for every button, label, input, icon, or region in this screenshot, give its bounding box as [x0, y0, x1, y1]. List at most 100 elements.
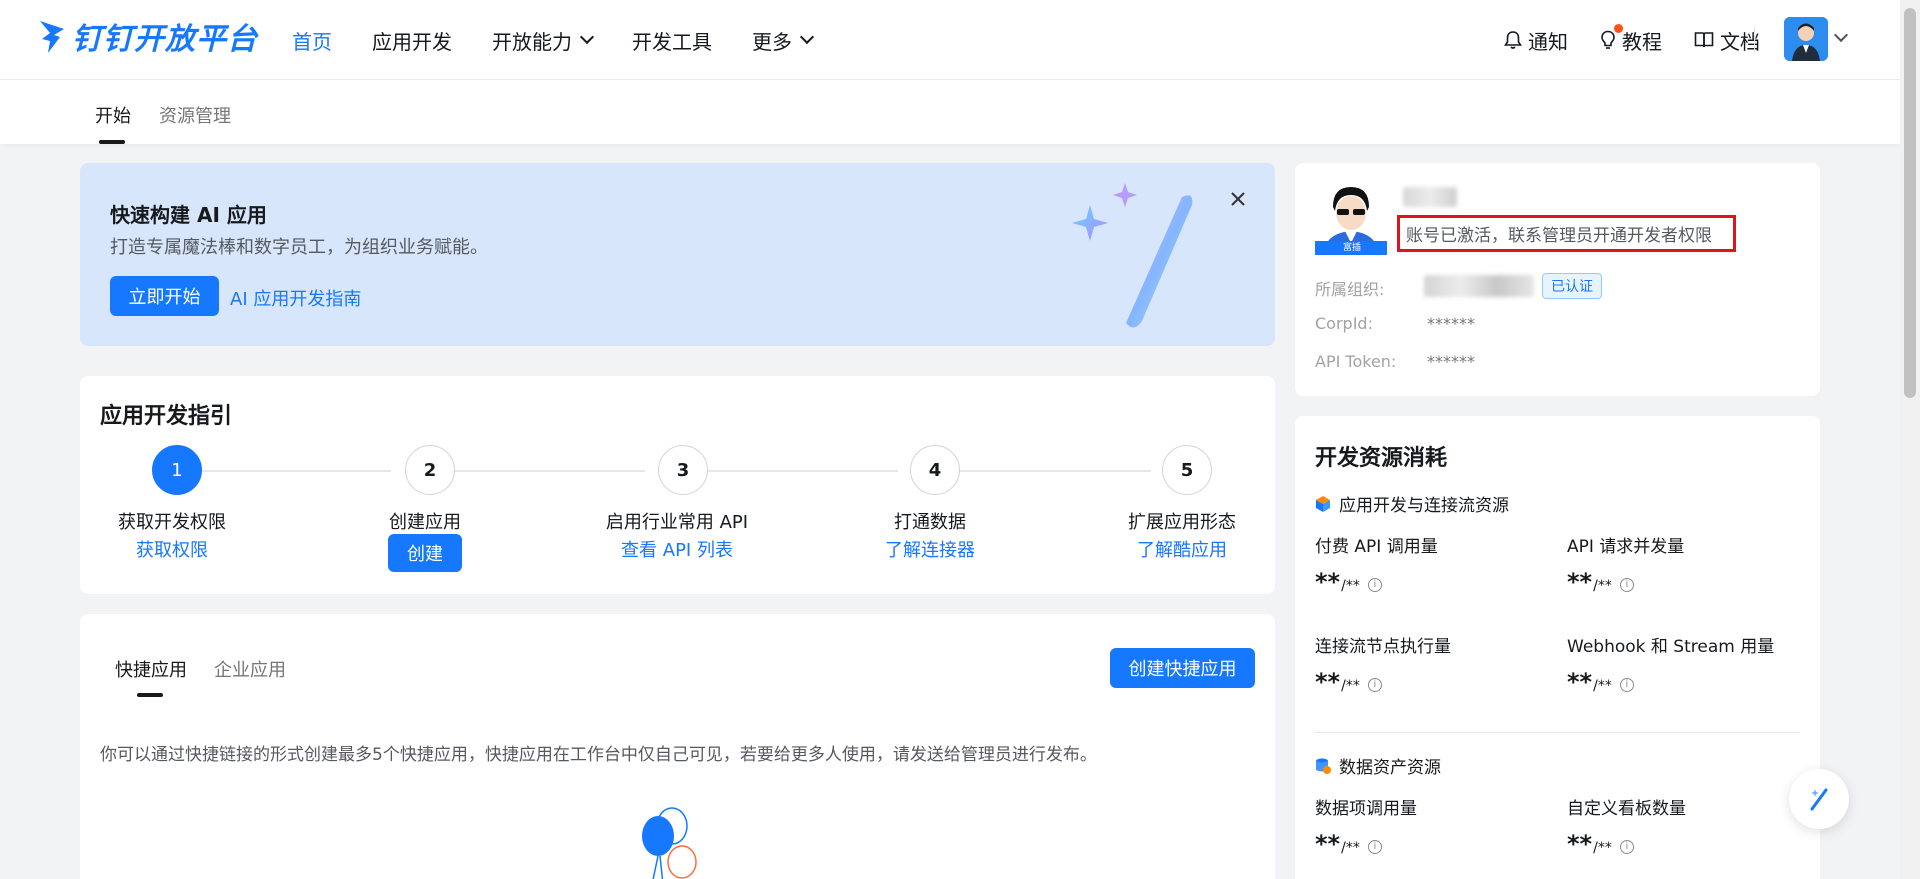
- nav-item-dev-tools[interactable]: 开发工具: [632, 26, 712, 55]
- cube-stack-icon: [1316, 495, 1330, 512]
- dingtalk-logo-icon: [40, 21, 64, 53]
- metric-label: 连接流节点执行量: [1315, 637, 1451, 657]
- tab-enterprise-apps[interactable]: 企业应用: [214, 656, 286, 682]
- chevron-down-icon: [799, 29, 815, 45]
- account-status: 账号已激活，联系管理员开通开发者权限: [1406, 226, 1712, 246]
- nav-item-more[interactable]: 更多: [752, 26, 815, 55]
- org-name-redacted: [1424, 275, 1534, 297]
- main-nav: 首页 应用开发 开放能力 开发工具 更多: [292, 0, 852, 80]
- metric-value: **/** i: [1315, 568, 1382, 596]
- create-app-button[interactable]: 创建: [388, 534, 462, 572]
- step-3-indicator: 3: [658, 445, 708, 495]
- metric-value: **/** i: [1315, 668, 1382, 696]
- brand-name: 钉钉开放平台: [72, 22, 258, 57]
- metric-label: API 请求并发量: [1567, 537, 1685, 557]
- active-tab-indicator: [137, 693, 163, 697]
- quick-apps-card: 快捷应用 企业应用 创建快捷应用 你可以通过快捷链接的形式创建最多5个快捷应用，…: [80, 614, 1275, 879]
- nav-divider: [1754, 26, 1755, 54]
- step-connector: [190, 470, 391, 472]
- step-4-indicator: 4: [910, 445, 960, 495]
- info-icon[interactable]: i: [1367, 840, 1382, 854]
- docs-link[interactable]: 文档: [1694, 26, 1760, 55]
- logo[interactable]: 钉钉开放平台: [38, 16, 258, 57]
- resources-title: 开发资源消耗: [1315, 446, 1448, 471]
- user-avatar-icon: [1784, 17, 1828, 61]
- view-api-list-link[interactable]: 查看 API 列表: [621, 536, 733, 562]
- nav-item-home[interactable]: 首页: [292, 26, 332, 55]
- metric-label: 数据项调用量: [1315, 799, 1417, 819]
- dev-resources-card: 开发资源消耗 应用开发与连接流资源 付费 API 调用量 **/** i API …: [1295, 416, 1820, 879]
- nav-item-app-dev[interactable]: 应用开发: [372, 26, 452, 55]
- scrollbar-thumb[interactable]: [1904, 8, 1916, 398]
- avatar-tag: 富插: [1343, 243, 1362, 253]
- user-avatar[interactable]: [1784, 17, 1828, 61]
- corpid-label: CorpId:: [1315, 314, 1373, 333]
- info-icon[interactable]: i: [1619, 840, 1634, 854]
- info-icon[interactable]: i: [1619, 578, 1634, 592]
- step-connector: [695, 470, 898, 472]
- profile-card: 富插 账号已激活，联系管理员开通开发者权限 所属组织: 已认证 CorpId: …: [1295, 163, 1820, 396]
- database-icon: [1316, 758, 1331, 774]
- section-divider: [1315, 732, 1800, 733]
- verified-badge: 已认证: [1542, 273, 1602, 299]
- metric-value: **/** i: [1315, 830, 1382, 858]
- banner-title: 快速构建 AI 应用: [110, 203, 267, 227]
- ai-dev-guide-link[interactable]: AI 应用开发指南: [230, 285, 361, 311]
- notification-dot: [1614, 23, 1623, 33]
- api-token-label: API Token:: [1315, 352, 1397, 371]
- app-dev-resources-section: 应用开发与连接流资源: [1315, 491, 1509, 516]
- metric-label: 自定义看板数量: [1567, 799, 1686, 819]
- step-5-label: 扩展应用形态: [1128, 512, 1236, 533]
- tab-quick-apps[interactable]: 快捷应用: [115, 656, 187, 682]
- step-4-label: 打通数据: [894, 512, 966, 533]
- ai-assistant-button[interactable]: [1789, 769, 1849, 829]
- step-5-indicator: 5: [1162, 445, 1212, 495]
- learn-cool-app-link[interactable]: 了解酷应用: [1137, 536, 1227, 562]
- step-1-label: 获取开发权限: [118, 512, 226, 533]
- step-2-label: 创建应用: [389, 512, 461, 533]
- metric-value: **/** i: [1567, 568, 1634, 596]
- chevron-down-icon: [579, 29, 595, 45]
- step-connector: [948, 470, 1151, 472]
- tab-resource-management[interactable]: 资源管理: [159, 102, 231, 128]
- book-icon: [1694, 32, 1714, 48]
- guide-title: 应用开发指引: [100, 404, 233, 429]
- info-icon[interactable]: i: [1367, 678, 1382, 692]
- tab-start[interactable]: 开始: [95, 102, 131, 128]
- magic-wand-illustration: [1072, 183, 1193, 328]
- user-name-redacted: [1403, 187, 1457, 207]
- ai-app-banner: 快速构建 AI 应用 打造专属魔法棒和数字员工，为组织业务赋能。 立即开始 AI…: [80, 163, 1275, 346]
- learn-connector-link[interactable]: 了解连接器: [885, 536, 975, 562]
- close-icon[interactable]: [1226, 187, 1250, 211]
- metric-value: **/** i: [1567, 668, 1634, 696]
- info-icon[interactable]: i: [1619, 678, 1634, 692]
- notification-link[interactable]: 通知: [1504, 26, 1568, 55]
- banner-description: 打造专属魔法棒和数字员工，为组织业务赋能。: [110, 237, 488, 258]
- step-2-indicator: 2: [405, 445, 455, 495]
- step-connector: [442, 470, 645, 472]
- corpid-value: ******: [1427, 314, 1475, 333]
- metric-label: 付费 API 调用量: [1315, 537, 1438, 557]
- api-token-value: ******: [1427, 352, 1475, 371]
- lightbulb-icon: [1601, 30, 1615, 49]
- metric-label: Webhook 和 Stream 用量: [1567, 637, 1775, 657]
- tutorial-link[interactable]: 教程: [1600, 23, 1662, 55]
- info-icon[interactable]: i: [1367, 578, 1382, 592]
- create-quick-app-button[interactable]: 创建快捷应用: [1110, 648, 1255, 688]
- chevron-down-icon[interactable]: [1833, 27, 1849, 43]
- quick-apps-description: 你可以通过快捷链接的形式创建最多5个快捷应用，快捷应用在工作台中仅自己可见，若要…: [100, 745, 1097, 765]
- metric-value: **/** i: [1567, 830, 1634, 858]
- balloon-illustration: [642, 807, 697, 879]
- utility-nav: 通知 教程 文档: [1472, 0, 1760, 80]
- step-3-label: 启用行业常用 API: [605, 512, 749, 533]
- nav-item-capabilities[interactable]: 开放能力: [492, 26, 595, 55]
- magic-wand-icon: [1810, 788, 1828, 811]
- data-asset-resources-section: 数据资产资源: [1315, 753, 1441, 778]
- get-permission-link[interactable]: 获取权限: [136, 536, 208, 562]
- step-1-indicator: 1: [152, 445, 202, 495]
- org-label: 所属组织:: [1315, 280, 1385, 299]
- sub-navbar: 开始 资源管理: [0, 80, 1900, 144]
- active-tab-indicator: [99, 140, 125, 144]
- start-now-button[interactable]: 立即开始: [110, 276, 219, 316]
- dev-guide-card: 应用开发指引 1 2 3 4 5 获取开发权限 创建应用 启用行业常用 API …: [80, 376, 1275, 594]
